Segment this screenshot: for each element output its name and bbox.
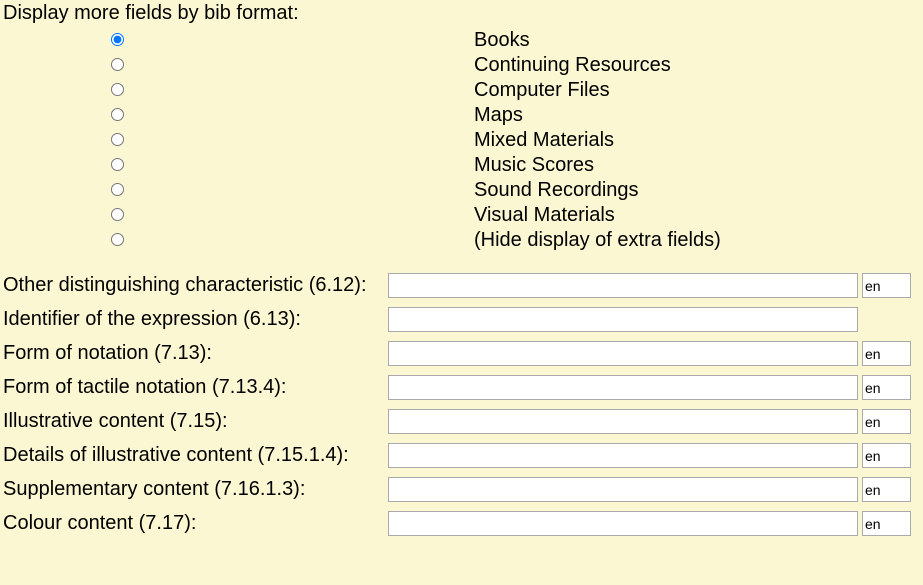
- field-lang-input[interactable]: [862, 477, 911, 502]
- field-row: Form of notation (7.13):: [3, 340, 920, 367]
- bib-format-radio[interactable]: [111, 58, 124, 71]
- bib-format-radio[interactable]: [111, 33, 124, 46]
- bib-format-label: Computer Files: [474, 77, 920, 102]
- bib-format-heading: Display more fields by bib format:: [3, 2, 920, 25]
- field-lang-input[interactable]: [862, 341, 911, 366]
- bib-format-radio[interactable]: [111, 158, 124, 171]
- field-input[interactable]: [388, 341, 858, 366]
- field-label: Illustrative content (7.15):: [3, 410, 388, 433]
- bib-format-radio[interactable]: [111, 133, 124, 146]
- field-lang-input[interactable]: [862, 409, 911, 434]
- field-row: Illustrative content (7.15):: [3, 408, 920, 435]
- bib-format-label: Visual Materials: [474, 202, 920, 227]
- bib-format-label: Continuing Resources: [474, 52, 920, 77]
- bib-format-radio-group: BooksContinuing ResourcesComputer FilesM…: [3, 27, 920, 252]
- bib-format-radio[interactable]: [111, 208, 124, 221]
- bib-format-label: Books: [474, 27, 920, 52]
- field-row: Colour content (7.17):: [3, 510, 920, 537]
- field-row: Details of illustrative content (7.15.1.…: [3, 442, 920, 469]
- bib-format-radio[interactable]: [111, 233, 124, 246]
- field-label: Details of illustrative content (7.15.1.…: [3, 444, 388, 467]
- field-label: Form of notation (7.13):: [3, 342, 388, 365]
- field-row: Form of tactile notation (7.13.4):: [3, 374, 920, 401]
- fields-section: Other distinguishing characteristic (6.1…: [3, 272, 920, 537]
- field-row: Supplementary content (7.16.1.3):: [3, 476, 920, 503]
- field-input[interactable]: [388, 511, 858, 536]
- field-input[interactable]: [388, 307, 858, 332]
- field-row: Other distinguishing characteristic (6.1…: [3, 272, 920, 299]
- field-input[interactable]: [388, 273, 858, 298]
- bib-format-label: Maps: [474, 102, 920, 127]
- field-label: Other distinguishing characteristic (6.1…: [3, 274, 388, 297]
- bib-format-label: Music Scores: [474, 152, 920, 177]
- field-label: Identifier of the expression (6.13):: [3, 308, 388, 331]
- bib-format-label: (Hide display of extra fields): [474, 227, 920, 252]
- field-input[interactable]: [388, 477, 858, 502]
- field-lang-input[interactable]: [862, 375, 911, 400]
- field-label: Supplementary content (7.16.1.3):: [3, 478, 388, 501]
- field-row: Identifier of the expression (6.13):: [3, 306, 920, 333]
- field-lang-input[interactable]: [862, 443, 911, 468]
- bib-format-radio[interactable]: [111, 108, 124, 121]
- field-input[interactable]: [388, 443, 858, 468]
- field-label: Colour content (7.17):: [3, 512, 388, 535]
- bib-format-label: Mixed Materials: [474, 127, 920, 152]
- bib-format-radio[interactable]: [111, 183, 124, 196]
- field-label: Form of tactile notation (7.13.4):: [3, 376, 388, 399]
- field-input[interactable]: [388, 409, 858, 434]
- field-lang-input[interactable]: [862, 511, 911, 536]
- bib-format-radio[interactable]: [111, 83, 124, 96]
- bib-format-label: Sound Recordings: [474, 177, 920, 202]
- field-lang-input[interactable]: [862, 273, 911, 298]
- field-input[interactable]: [388, 375, 858, 400]
